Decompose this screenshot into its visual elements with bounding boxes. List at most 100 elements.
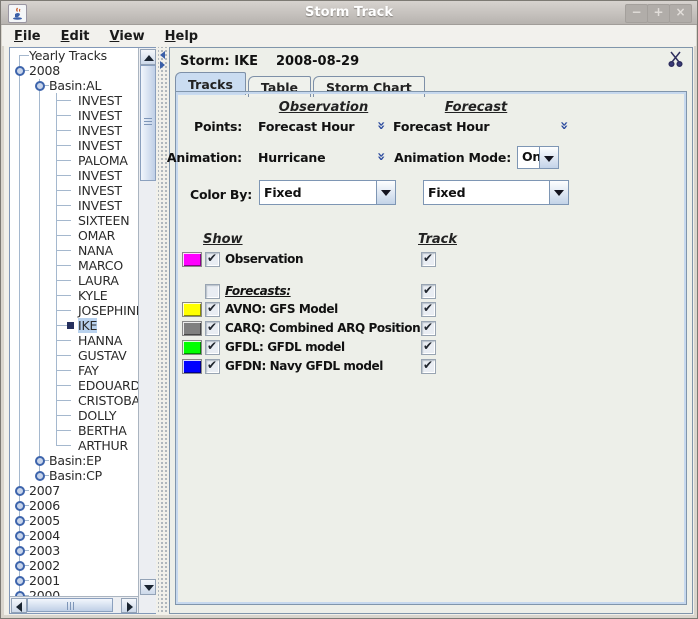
tree-item-label[interactable]: 2008 xyxy=(29,63,60,78)
tree-item-label[interactable]: INVEST xyxy=(78,198,122,213)
track-checkbox[interactable]: ✔ xyxy=(421,284,436,299)
tree-item-josephine[interactable]: JOSEPHINE xyxy=(10,303,138,318)
tree-item-label[interactable]: 2005 xyxy=(29,513,60,528)
tree-item-omar[interactable]: OMAR xyxy=(10,228,138,243)
tree-item-dolly[interactable]: DOLLY xyxy=(10,408,138,423)
color-swatch[interactable] xyxy=(182,340,202,355)
tree-item-label[interactable]: PALOMA xyxy=(78,153,128,168)
show-checkbox[interactable]: ✔ xyxy=(205,340,220,355)
track-checkbox[interactable]: ✔ xyxy=(421,340,436,355)
color-swatch[interactable] xyxy=(182,252,202,267)
combo-arrow-icon[interactable] xyxy=(376,181,395,204)
split-pane-divider[interactable] xyxy=(158,47,168,614)
show-checkbox[interactable]: ✔ xyxy=(205,321,220,336)
tree-item-label[interactable]: INVEST xyxy=(78,138,122,153)
tree-horizontal-scrollbar[interactable] xyxy=(10,596,138,613)
tree-item-invest[interactable]: INVEST xyxy=(10,183,138,198)
menu-file[interactable]: File xyxy=(8,27,47,44)
tree-item-label[interactable]: HANNA xyxy=(78,333,122,348)
tree-item-label[interactable]: IKE xyxy=(78,318,97,333)
scroll-left-button[interactable] xyxy=(11,598,27,613)
tree-item-gustav[interactable]: GUSTAV xyxy=(10,348,138,363)
tree-item-edouard[interactable]: EDOUARD xyxy=(10,378,138,393)
tree-item-label[interactable]: INVEST xyxy=(78,168,122,183)
animation-mode-combobox[interactable]: On xyxy=(517,146,559,169)
title-bar[interactable]: Storm Track − + × xyxy=(1,1,697,25)
tree-item-paloma[interactable]: PALOMA xyxy=(10,153,138,168)
tree-item-label[interactable]: INVEST xyxy=(78,108,122,123)
tree-item-label[interactable]: 2002 xyxy=(29,558,60,573)
tree-item-label[interactable]: DOLLY xyxy=(78,408,116,423)
tree-item-label[interactable]: CRISTOBAL xyxy=(78,393,138,408)
tree-item-label[interactable]: GUSTAV xyxy=(78,348,127,363)
color-swatch[interactable] xyxy=(182,302,202,317)
tree-item-bertha[interactable]: BERTHA xyxy=(10,423,138,438)
tree-item-label[interactable]: LAURA xyxy=(78,273,119,288)
tree-item-label[interactable]: MARCO xyxy=(78,258,123,273)
tree-item-label[interactable]: FAY xyxy=(78,363,99,378)
tree-item-invest[interactable]: INVEST xyxy=(10,168,138,183)
tree-item-invest[interactable]: INVEST xyxy=(10,108,138,123)
tree-item-kyle[interactable]: KYLE xyxy=(10,288,138,303)
scroll-right-button[interactable] xyxy=(121,598,137,613)
tree-toggle-icon[interactable] xyxy=(15,576,25,586)
tree-item-2001[interactable]: 2001 xyxy=(10,573,138,588)
tree-item-hanna[interactable]: HANNA xyxy=(10,333,138,348)
combo-arrow-icon[interactable] xyxy=(549,181,568,204)
tree-item-2002[interactable]: 2002 xyxy=(10,558,138,573)
tree-item-laura[interactable]: LAURA xyxy=(10,273,138,288)
tree-item-basin-ep[interactable]: Basin:EP xyxy=(10,453,138,468)
tree-item-label[interactable]: Basin:AL xyxy=(49,78,101,93)
tree-item-label[interactable]: NANA xyxy=(78,243,113,258)
tree-item-invest[interactable]: INVEST xyxy=(10,93,138,108)
tree-item-invest[interactable]: INVEST xyxy=(10,123,138,138)
tree-item-label[interactable]: SIXTEEN xyxy=(78,213,129,228)
tree-item-label[interactable]: KYLE xyxy=(78,288,107,303)
tree-item-label[interactable]: Basin:EP xyxy=(49,453,101,468)
tree-item-label[interactable]: 2001 xyxy=(29,573,60,588)
horizontal-scroll-thumb[interactable] xyxy=(27,598,113,612)
tree-vertical-scrollbar[interactable] xyxy=(138,48,156,613)
track-checkbox[interactable]: ✔ xyxy=(421,252,436,267)
tree-item-label[interactable]: 2007 xyxy=(29,483,60,498)
tree-item-label[interactable]: BERTHA xyxy=(78,423,127,438)
detach-scissors-icon[interactable] xyxy=(667,51,684,68)
tree-item-label[interactable]: EDOUARD xyxy=(78,378,138,393)
tree-item-2003[interactable]: 2003 xyxy=(10,543,138,558)
tree-item-cristobal[interactable]: CRISTOBAL xyxy=(10,393,138,408)
close-button[interactable]: × xyxy=(669,4,692,23)
tree-item-label[interactable]: INVEST xyxy=(78,183,122,198)
tree-item-label[interactable]: ARTHUR xyxy=(78,438,128,453)
track-checkbox[interactable]: ✔ xyxy=(421,321,436,336)
tree-item-label[interactable]: OMAR xyxy=(78,228,115,243)
menu-help[interactable]: Help xyxy=(159,27,204,44)
tree-item-basin-al[interactable]: Basin:AL xyxy=(10,78,138,93)
tree-item-2006[interactable]: 2006 xyxy=(10,498,138,513)
maximize-button[interactable]: + xyxy=(647,4,670,23)
tree-item-ike[interactable]: IKE xyxy=(10,318,138,333)
track-checkbox[interactable]: ✔ xyxy=(421,302,436,317)
tree-toggle-icon[interactable] xyxy=(15,531,25,541)
tree-toggle-icon[interactable] xyxy=(15,501,25,511)
scroll-down-button[interactable] xyxy=(140,579,156,595)
tree-item-yearly-tracks[interactable]: Yearly Tracks xyxy=(10,48,138,63)
tree-toggle-icon[interactable] xyxy=(35,471,45,481)
animation-dropdown-icon[interactable]: » xyxy=(374,150,387,163)
tree-item-label[interactable]: 2004 xyxy=(29,528,60,543)
tree-toggle-icon[interactable] xyxy=(15,516,25,526)
tree-item-sixteen[interactable]: SIXTEEN xyxy=(10,213,138,228)
tree-item-label[interactable]: Yearly Tracks xyxy=(29,48,107,63)
tree-item-basin-cp[interactable]: Basin:CP xyxy=(10,468,138,483)
tree-item-fay[interactable]: FAY xyxy=(10,363,138,378)
menu-edit[interactable]: Edit xyxy=(55,27,96,44)
vertical-scroll-thumb[interactable] xyxy=(140,65,156,181)
show-checkbox[interactable] xyxy=(205,284,220,299)
tree-item-label[interactable]: INVEST xyxy=(78,93,122,108)
tree-item-arthur[interactable]: ARTHUR xyxy=(10,438,138,453)
tree-toggle-icon[interactable] xyxy=(35,81,45,91)
collapse-left-icon[interactable] xyxy=(160,51,165,59)
tree-item-label[interactable]: 2006 xyxy=(29,498,60,513)
track-checkbox[interactable]: ✔ xyxy=(421,359,436,374)
collapse-right-icon[interactable] xyxy=(160,61,165,69)
minimize-button[interactable]: − xyxy=(625,4,648,23)
